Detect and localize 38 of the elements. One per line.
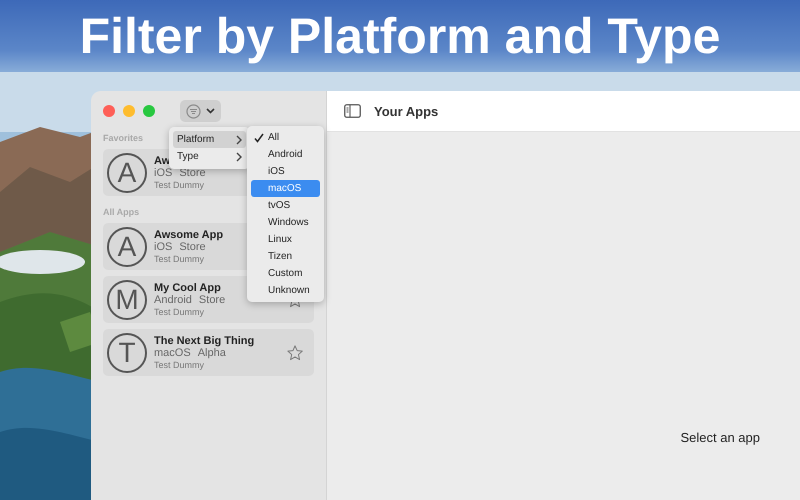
app-platform: Android <box>154 294 192 306</box>
app-avatar: A <box>107 226 147 266</box>
star-icon[interactable] <box>286 344 304 362</box>
minimize-button[interactable] <box>123 105 135 117</box>
app-platform: iOS <box>154 240 172 252</box>
filter-button[interactable] <box>180 100 221 122</box>
toolbar-title: Your Apps <box>374 104 438 118</box>
app-avatar: T <box>107 332 147 372</box>
app-owner: Test Dummy <box>154 358 204 370</box>
chevron-down-icon <box>206 108 215 114</box>
app-platform: iOS <box>154 166 172 178</box>
app-channel: Store <box>198 294 226 306</box>
app-owner: Test Dummy <box>154 252 204 264</box>
menu-item[interactable]: tvOS <box>251 197 320 214</box>
app-platform: macOS <box>154 346 191 358</box>
menu-item[interactable]: Type <box>173 148 246 165</box>
filter-icon <box>186 104 201 118</box>
app-owner: Test Dummy <box>154 178 204 190</box>
app-avatar: A <box>107 152 147 192</box>
app-name: Awsome App <box>154 228 224 240</box>
menu-item[interactable]: Platform <box>173 131 246 148</box>
app-channel: Store <box>179 166 206 178</box>
app-name: My Cool App <box>154 282 221 294</box>
app-name: The Next Big Thing <box>154 334 254 346</box>
app-card[interactable]: T The Next Big Thing macOS Alpha Test Dummy <box>103 329 314 376</box>
menu-item[interactable]: All <box>251 129 320 146</box>
section-heading: Favorites <box>103 133 144 143</box>
headline: Filter by Platform and Type <box>80 7 720 65</box>
close-button[interactable] <box>103 105 115 117</box>
zoom-button[interactable] <box>143 105 155 117</box>
sidebar-toggle-icon[interactable] <box>344 104 361 118</box>
app-avatar: M <box>107 280 147 320</box>
app-owner: Test Dummy <box>154 306 204 318</box>
empty-state-text: Select an app <box>680 430 760 445</box>
section-heading: All Apps <box>103 207 140 217</box>
app-channel: Alpha <box>198 346 226 358</box>
app-channel: Store <box>179 240 206 252</box>
checkmark-icon <box>254 132 264 142</box>
